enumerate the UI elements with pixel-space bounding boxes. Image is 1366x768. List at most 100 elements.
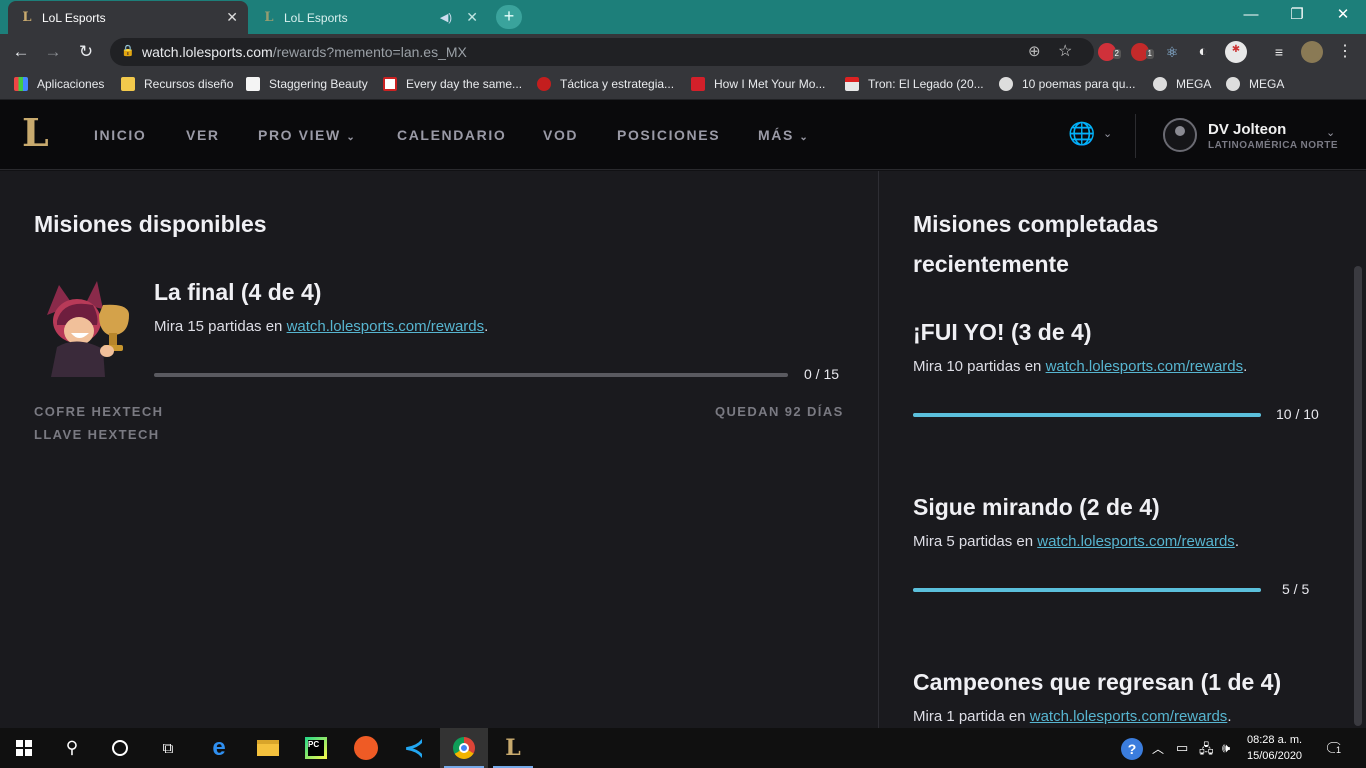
completed-mission-title: ¡FUI YO! (3 de 4)	[913, 319, 1092, 345]
tab-title: LoL Esports	[42, 10, 106, 25]
chevron-down-icon[interactable]: ⌄	[1103, 127, 1112, 140]
pycharm-icon[interactable]: PC	[292, 728, 340, 768]
nav-ver[interactable]: VER	[186, 127, 220, 143]
reward-hextech-chest: COFRE HEXTECH	[34, 404, 164, 419]
nav-mas[interactable]: MÁS ⌄	[758, 127, 809, 143]
mission-time-remaining: QUEDAN 92 DÍAS	[715, 404, 844, 419]
page-scrollbar[interactable]	[1354, 266, 1362, 726]
bookmark-item[interactable]: Staggering Beauty	[246, 77, 368, 91]
bookmark-item[interactable]: MEGA	[1153, 77, 1211, 91]
audio-playing-icon[interactable]: ◀)	[440, 11, 452, 24]
media-queue-icon[interactable]: ≡	[1270, 43, 1288, 61]
browser-tab-inactive[interactable]: L LoL Esports ◀) ✕	[250, 1, 488, 34]
bookmark-star-icon[interactable]: ☆	[1058, 41, 1072, 61]
nav-posiciones[interactable]: POSICIONES	[617, 127, 720, 143]
close-window-icon[interactable]: ✕	[1320, 0, 1366, 32]
restore-icon[interactable]: ❐	[1274, 0, 1320, 32]
completed-mission-title: Sigue mirando (2 de 4)	[913, 494, 1160, 520]
user-avatar-icon[interactable]	[1163, 118, 1197, 152]
url-text[interactable]: watch.lolesports.com/rewards?memento=lan…	[142, 44, 467, 60]
lock-icon: 🔒	[121, 45, 135, 57]
rewards-link[interactable]: watch.lolesports.com/rewards	[1037, 533, 1235, 550]
nav-calendario[interactable]: CALENDARIO	[397, 127, 506, 143]
extension-adblock-icon[interactable]: 2	[1098, 43, 1121, 61]
bookmarks-bar: Aplicaciones Recursos diseño Staggering …	[0, 70, 1366, 100]
minimize-icon[interactable]: —	[1228, 0, 1274, 32]
mission-description-text: Mira 1 partida en	[913, 708, 1030, 725]
bookmark-apps[interactable]: Aplicaciones	[14, 77, 104, 91]
globe-icon	[1226, 77, 1240, 91]
clock-time: 08:28 a. m.	[1247, 734, 1303, 746]
mission-description-suffix: .	[1234, 533, 1239, 550]
address-bar[interactable]: 🔒 watch.lolesports.com/rewards?memento=l…	[110, 38, 1094, 66]
battery-icon[interactable]: ▭	[1176, 740, 1188, 756]
bookmark-label: Táctica y estrategia...	[560, 77, 675, 91]
back-icon[interactable]: ←	[9, 40, 33, 64]
mission-description-suffix: .	[484, 318, 489, 335]
react-devtools-icon[interactable]: ⚛	[1163, 43, 1181, 61]
completed-heading-line: recientemente	[913, 251, 1069, 277]
browser-tab-active[interactable]: L LoL Esports ✕	[8, 1, 248, 34]
taskbar-clock[interactable]: 08:28 a. m. 15/06/2020	[1247, 732, 1302, 764]
bookmark-item[interactable]: Táctica y estrategia...	[537, 77, 674, 91]
completed-mission-description: Mira 10 partidas en watch.lolesports.com…	[913, 358, 1247, 375]
reward-hextech-key: LLAVE HEXTECH	[34, 427, 160, 442]
rewards-link[interactable]: watch.lolesports.com/rewards	[1046, 358, 1244, 375]
vscode-icon[interactable]: ≺	[390, 728, 438, 768]
language-globe-icon[interactable]: 🌐	[1068, 121, 1095, 147]
bookmark-item[interactable]: Every day the same...	[383, 77, 522, 91]
menu-kebab-icon[interactable]: ⋮	[1336, 43, 1354, 61]
extension-bug-icon[interactable]: ✱	[1225, 41, 1247, 63]
mission-description-suffix: .	[1227, 708, 1232, 725]
chevron-down-icon[interactable]: ⌄	[1326, 126, 1335, 139]
cortana-icon[interactable]	[96, 728, 144, 768]
mission-description-suffix: .	[1243, 358, 1248, 375]
bookmark-item[interactable]: 10 poemas para qu...	[999, 77, 1135, 91]
bookmark-item[interactable]: Tron: El Legado (20...	[845, 77, 984, 91]
rewards-link[interactable]: watch.lolesports.com/rewards	[1030, 708, 1228, 725]
bookmark-item[interactable]: How I Met Your Mo...	[691, 77, 825, 91]
chevron-up-icon[interactable]: ︿	[1152, 740, 1164, 757]
chrome-icon[interactable]	[440, 728, 488, 768]
dark-reader-icon[interactable]: ◐	[1194, 43, 1212, 61]
new-tab-button[interactable]: +	[496, 5, 522, 29]
reload-icon[interactable]: ↻	[74, 40, 98, 64]
bookmark-folder[interactable]: Recursos diseño	[121, 77, 233, 91]
bookmark-label: 10 poemas para qu...	[1022, 77, 1136, 91]
extension-abp-icon[interactable]: 1	[1131, 43, 1154, 61]
edge-icon[interactable]: e	[195, 728, 243, 768]
close-tab-icon[interactable]: ✕	[466, 9, 478, 26]
nav-pro-view[interactable]: PRO VIEW ⌄	[258, 127, 356, 143]
file-explorer-icon[interactable]	[244, 728, 292, 768]
bookmark-label: Tron: El Legado (20...	[868, 77, 984, 91]
mission-description-text: Mira 15 partidas en	[154, 318, 287, 335]
user-name[interactable]: DV Jolteon	[1208, 121, 1286, 138]
network-icon[interactable]: 🖧	[1199, 740, 1214, 762]
postman-icon[interactable]	[342, 728, 390, 768]
lol-esports-icon[interactable]: L	[489, 728, 537, 768]
nav-inicio[interactable]: INICIO	[94, 127, 146, 143]
lol-esports-logo[interactable]: L	[22, 114, 56, 152]
rewards-link[interactable]: watch.lolesports.com/rewards	[287, 318, 485, 335]
windows-start-icon[interactable]	[0, 728, 48, 768]
nav-vod[interactable]: VOD	[543, 127, 578, 143]
globe-icon	[999, 77, 1013, 91]
mission-champion-image	[47, 281, 129, 377]
help-icon[interactable]: ?	[1121, 738, 1143, 760]
mission-description-text: Mira 5 partidas en	[913, 533, 1038, 550]
volume-icon[interactable]: 🕪	[1222, 740, 1230, 756]
notifications-icon[interactable]: 🗨1	[1324, 739, 1344, 759]
add-icon[interactable]: ⊕	[1028, 42, 1041, 60]
task-view-icon[interactable]: ⧉	[144, 728, 192, 768]
close-tab-icon[interactable]: ✕	[226, 9, 238, 26]
completed-mission-description: Mira 1 partida en watch.lolesports.com/r…	[913, 708, 1231, 725]
forward-icon[interactable]: →	[41, 40, 65, 64]
mission-title: La final (4 de 4)	[154, 279, 322, 305]
bookmark-label: Recursos diseño	[144, 77, 234, 91]
search-icon[interactable]: ⚲	[48, 728, 96, 768]
url-path: /rewards?memento=lan.es_MX	[272, 44, 467, 60]
progress-fill	[913, 413, 1261, 417]
profile-avatar[interactable]	[1301, 41, 1323, 63]
mission-progress-count: 0 / 15	[804, 366, 840, 382]
bookmark-item[interactable]: MEGA	[1226, 77, 1284, 91]
